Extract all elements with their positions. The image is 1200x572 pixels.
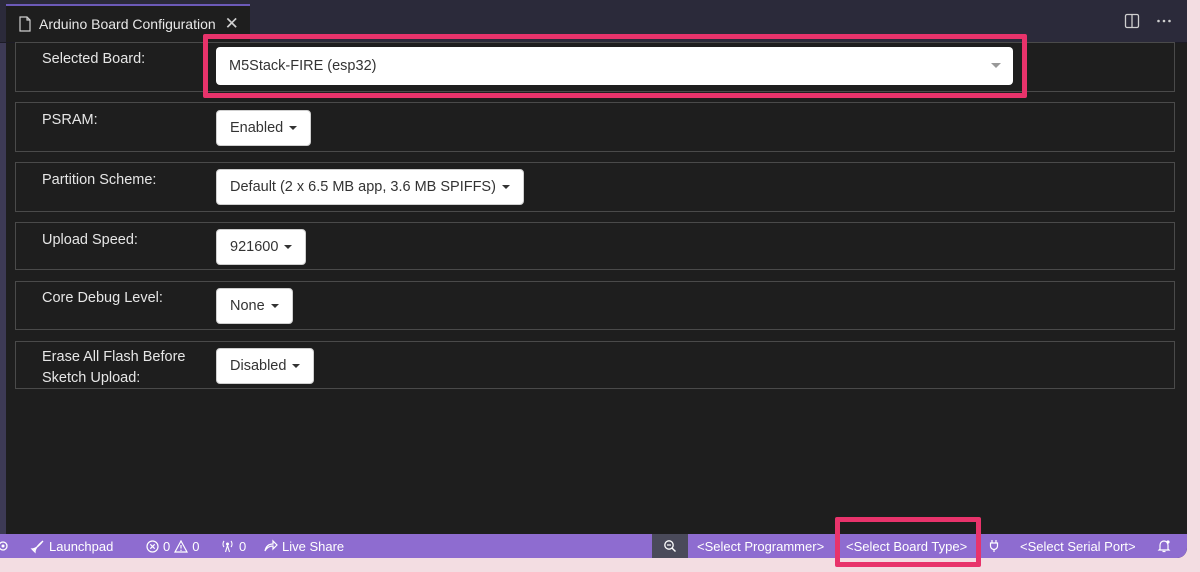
upload-speed-value: 921600 xyxy=(230,239,279,255)
activity-edge xyxy=(0,0,6,534)
launchpad-label: Launchpad xyxy=(49,538,114,554)
caret-down-icon xyxy=(270,304,279,308)
tab-title: Arduino Board Configuration xyxy=(39,16,216,32)
caret-down-icon xyxy=(292,364,301,368)
core-debug-level-dropdown[interactable]: None xyxy=(216,288,293,324)
core-debug-level-row: Core Debug Level: None xyxy=(15,281,1175,330)
caret-down-icon xyxy=(284,245,293,249)
erase-flash-dropdown[interactable]: Disabled xyxy=(216,348,315,384)
erase-flash-value: Disabled xyxy=(230,358,287,374)
error-count: 0 xyxy=(163,538,171,554)
ports-item[interactable]: 0 xyxy=(220,534,246,558)
live-share-item[interactable]: Live Share xyxy=(263,534,344,558)
zoom-search-icon[interactable] xyxy=(652,534,688,558)
partition-scheme-value: Default (2 x 6.5 MB app, 3.6 MB SPIFFS) xyxy=(230,179,496,195)
caret-down-icon xyxy=(501,185,510,189)
erase-flash-label-line1: Erase All Flash Before xyxy=(42,349,186,365)
upload-speed-dropdown[interactable]: 921600 xyxy=(216,229,307,265)
partition-scheme-dropdown[interactable]: Default (2 x 6.5 MB app, 3.6 MB SPIFFS) xyxy=(216,169,524,205)
remote-icon[interactable] xyxy=(0,534,10,558)
live-share-label: Live Share xyxy=(282,538,345,554)
erase-flash-row: Erase All Flash Before Sketch Upload: Di… xyxy=(15,341,1175,389)
rocket-icon xyxy=(30,539,45,554)
selected-board-label: Selected Board: xyxy=(42,51,146,67)
erase-flash-label: Erase All Flash Before Sketch Upload: xyxy=(42,347,185,389)
notifications-bell-icon[interactable] xyxy=(1157,534,1171,558)
ports-count: 0 xyxy=(239,538,247,554)
psram-row: PSRAM: Enabled xyxy=(15,102,1175,152)
problems-item[interactable]: 0 0 xyxy=(146,534,199,558)
upload-speed-row: Upload Speed: 921600 xyxy=(15,222,1175,270)
select-serial-port-item[interactable]: <Select Serial Port> xyxy=(1020,534,1136,558)
partition-scheme-row: Partition Scheme: Default (2 x 6.5 MB ap… xyxy=(15,162,1175,212)
select-programmer-item[interactable]: <Select Programmer> xyxy=(697,534,824,558)
psram-value: Enabled xyxy=(230,120,284,136)
file-icon xyxy=(18,16,32,32)
broadcast-icon xyxy=(220,539,235,553)
core-debug-level-value: None xyxy=(230,298,265,314)
error-icon xyxy=(146,539,159,553)
warning-count: 0 xyxy=(192,538,200,554)
erase-flash-label-line2: Sketch Upload: xyxy=(42,370,141,386)
partition-scheme-label: Partition Scheme: xyxy=(42,172,157,188)
live-share-icon xyxy=(263,539,278,553)
split-editor-icon[interactable] xyxy=(1123,12,1141,30)
core-debug-level-label: Core Debug Level: xyxy=(42,290,163,306)
launchpad-item[interactable]: Launchpad xyxy=(30,534,113,558)
close-tab-icon[interactable]: ✕ xyxy=(225,14,239,34)
psram-dropdown[interactable]: Enabled xyxy=(216,110,312,146)
board-type-highlight xyxy=(835,517,981,567)
status-bar: Launchpad 0 0 0 Live Share <Select Progr… xyxy=(0,534,1187,558)
plug-icon[interactable] xyxy=(988,534,1000,558)
board-select-highlight xyxy=(203,34,1027,98)
warning-icon xyxy=(174,539,189,553)
more-actions-icon[interactable] xyxy=(1155,12,1173,30)
upload-speed-label: Upload Speed: xyxy=(42,232,138,248)
psram-label: PSRAM: xyxy=(42,112,98,128)
caret-down-icon xyxy=(289,126,298,130)
